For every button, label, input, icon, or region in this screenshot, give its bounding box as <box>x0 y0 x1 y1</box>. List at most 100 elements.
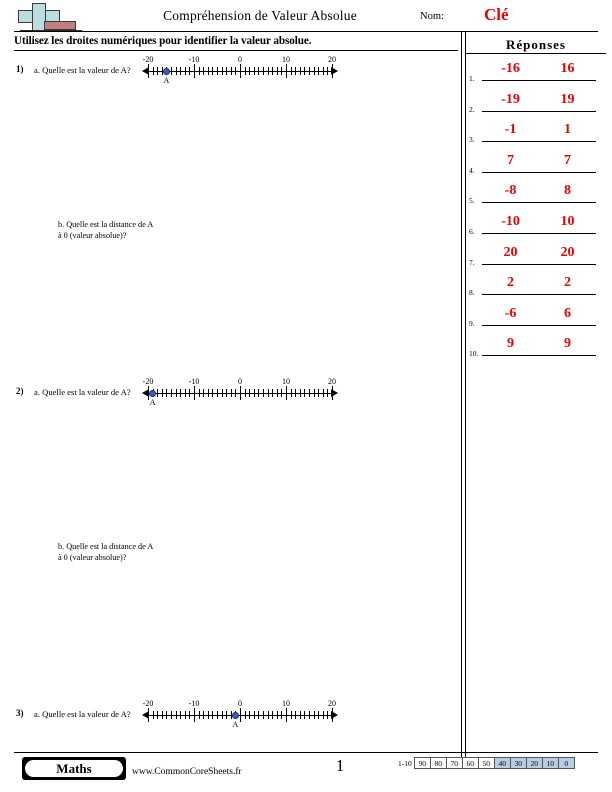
number-line-minor-tick <box>267 711 269 719</box>
number-line-minor-tick <box>198 67 200 75</box>
number-line-minor-tick <box>244 67 246 75</box>
number-line-major-tick <box>286 708 287 722</box>
number-line-minor-tick <box>157 67 159 75</box>
number-line-minor-tick <box>304 389 306 397</box>
page-title: Compréhension de Valeur Absolue <box>163 8 357 23</box>
answer-row-number: 10. <box>469 349 479 359</box>
number-line-major-tick <box>240 64 241 78</box>
number-line-minor-tick <box>304 67 306 75</box>
answer-row-number: 1. <box>469 74 475 83</box>
number-line-minor-tick <box>263 711 264 719</box>
answer-absolute-field[interactable]: 20 <box>539 242 596 265</box>
problem-part-b-line1: b. Quelle est la distance de A <box>58 220 154 229</box>
answer-value-field[interactable]: -6 <box>482 303 539 326</box>
answer-value-field[interactable]: -8 <box>482 180 539 204</box>
number-line-minor-tick <box>166 711 168 719</box>
number-line-major-tick <box>148 64 149 78</box>
number-line-minor-tick <box>189 389 191 397</box>
page-footer: Maths www.CommonCoreSheets.fr 1 1-10 90 8… <box>0 752 612 792</box>
number-line-minor-tick <box>203 711 205 719</box>
number-line-minor-tick <box>281 389 283 397</box>
number-line-minor-tick <box>309 389 310 397</box>
number-line-minor-tick <box>230 67 232 75</box>
number-line-minor-tick <box>290 389 292 397</box>
number-line-minor-tick <box>184 389 186 397</box>
number-line-minor-tick <box>217 389 218 397</box>
answer-absolute-field[interactable]: 8 <box>539 180 596 204</box>
number-line-minor-tick <box>175 711 177 719</box>
number-line-minor-tick <box>180 67 182 75</box>
number-line-tick-label: -20 <box>142 55 154 64</box>
problem-number: 2) <box>16 386 24 396</box>
number-line-major-tick <box>194 708 195 722</box>
answer-absolute-field[interactable]: 19 <box>539 89 596 112</box>
number-line-tick-label: 0 <box>238 377 242 386</box>
grading-scale-box: 60 <box>461 757 479 769</box>
number-line-minor-tick <box>281 67 283 75</box>
number-line-minor-tick <box>313 389 315 397</box>
answer-row: 3. -1 1 <box>466 119 612 150</box>
number-line-minor-tick <box>175 67 177 75</box>
answer-value-field[interactable]: 9 <box>482 333 539 357</box>
answer-row: 7. 20 20 <box>466 242 612 273</box>
number-line-minor-tick <box>212 67 214 75</box>
problem-part-a-text: a. Quelle est la valeur de A? <box>34 387 131 397</box>
grading-scale-label: 1-10 <box>398 758 412 768</box>
answer-absolute-field[interactable]: 9 <box>539 333 596 357</box>
answer-value-field[interactable]: 7 <box>482 150 539 173</box>
answer-value-field[interactable]: -19 <box>482 89 539 112</box>
answer-value-field[interactable]: 2 <box>482 272 539 296</box>
number-line-minor-tick <box>180 389 182 397</box>
number-line-minor-tick <box>272 67 274 75</box>
answer-value-field[interactable]: 20 <box>482 242 539 265</box>
number-line-minor-tick <box>171 67 172 75</box>
number-line-minor-tick <box>253 67 255 75</box>
number-line-minor-tick <box>276 67 278 75</box>
number-line-minor-tick <box>249 67 251 75</box>
number-line-minor-tick <box>267 67 269 75</box>
answer-absolute-field[interactable]: 16 <box>539 58 596 81</box>
number-line-minor-tick <box>318 67 320 75</box>
number-line-tick-label: -10 <box>188 377 200 386</box>
number-line-minor-tick <box>258 711 260 719</box>
number-line-minor-tick <box>281 711 283 719</box>
number-line-minor-tick <box>221 389 223 397</box>
number-line-point-label: A <box>232 720 239 729</box>
number-line-minor-tick <box>327 711 329 719</box>
name-label: Nom: <box>420 11 444 22</box>
problem-part-b-line1: b. Quelle est la distance de A <box>58 542 154 551</box>
answer-absolute-field[interactable]: 10 <box>539 211 596 234</box>
number-line-minor-tick <box>226 67 228 75</box>
answer-row-number: 7. <box>469 257 475 267</box>
number-line-minor-tick <box>322 389 324 397</box>
answers-heading: Réponses <box>466 37 606 54</box>
answer-row-number: 9. <box>469 318 475 328</box>
answer-value-field[interactable]: -1 <box>482 119 539 143</box>
answer-absolute-field[interactable]: 7 <box>539 150 596 173</box>
problem-number: 3) <box>16 708 24 718</box>
number-line-minor-tick <box>230 389 232 397</box>
number-line-tick-label: 20 <box>328 55 336 64</box>
problem-part-a-text: a. Quelle est la valeur de A? <box>34 709 131 719</box>
number-line-minor-tick <box>258 389 260 397</box>
number-line-minor-tick <box>276 711 278 719</box>
answer-row-number: 4. <box>469 165 475 175</box>
answer-absolute-field[interactable]: 1 <box>539 119 596 143</box>
answer-row: 10. 9 9 <box>466 333 612 364</box>
number-line-minor-tick <box>166 389 168 397</box>
answer-absolute-field[interactable]: 6 <box>539 303 596 326</box>
answer-absolute-field[interactable]: 2 <box>539 272 596 296</box>
instruction-text: Utilisez les droites numériques pour ide… <box>14 35 312 47</box>
answer-value-field[interactable]: -16 <box>482 58 539 81</box>
number-line-minor-tick <box>207 67 209 75</box>
number-line-minor-tick <box>184 711 186 719</box>
answer-row-number: 8. <box>469 288 475 298</box>
number-line-minor-tick <box>295 389 297 397</box>
site-url: www.CommonCoreSheets.fr <box>132 767 242 777</box>
answer-row: 8. 2 2 <box>466 272 612 303</box>
page-header: Compréhension de Valeur Absolue Nom: Clé <box>0 0 612 33</box>
number-line-minor-tick <box>212 711 214 719</box>
number-line-minor-tick <box>198 711 200 719</box>
number-line-minor-tick <box>226 389 228 397</box>
number-line-tick-label: -20 <box>142 699 154 708</box>
